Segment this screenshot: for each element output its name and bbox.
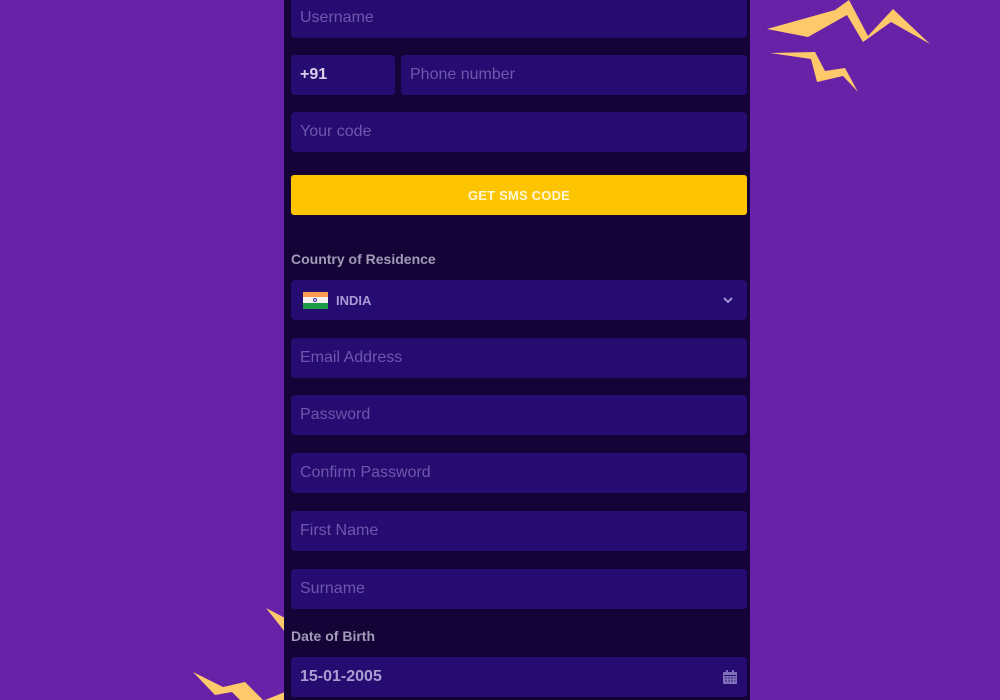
phone-number-input[interactable] (401, 55, 747, 95)
country-selected-value: INDIA (336, 292, 372, 308)
registration-form-panel: +91 GET SMS CODE Country of Residence IN… (284, 0, 750, 700)
surname-input[interactable] (291, 569, 747, 609)
lightning-decoration-top-right (767, 0, 930, 92)
chevron-down-icon (721, 293, 735, 307)
email-input[interactable] (291, 338, 747, 378)
calendar-icon[interactable] (722, 669, 738, 685)
date-of-birth-label: Date of Birth (291, 628, 375, 644)
username-input[interactable] (291, 0, 747, 38)
first-name-input[interactable] (291, 511, 747, 551)
lightning-decoration-bottom-left (193, 608, 285, 700)
country-of-residence-label: Country of Residence (291, 251, 436, 267)
password-input[interactable] (291, 395, 747, 435)
date-of-birth-input[interactable]: 15-01-2005 (291, 657, 747, 697)
confirm-password-input[interactable] (291, 453, 747, 493)
country-select[interactable]: INDIA (291, 280, 747, 320)
country-code-value: +91 (300, 66, 328, 83)
country-code-box[interactable]: +91 (291, 55, 395, 95)
get-sms-code-button[interactable]: GET SMS CODE (291, 175, 747, 215)
india-flag-icon (303, 291, 328, 309)
date-of-birth-value: 15-01-2005 (300, 668, 382, 685)
sms-code-input[interactable] (291, 112, 747, 152)
